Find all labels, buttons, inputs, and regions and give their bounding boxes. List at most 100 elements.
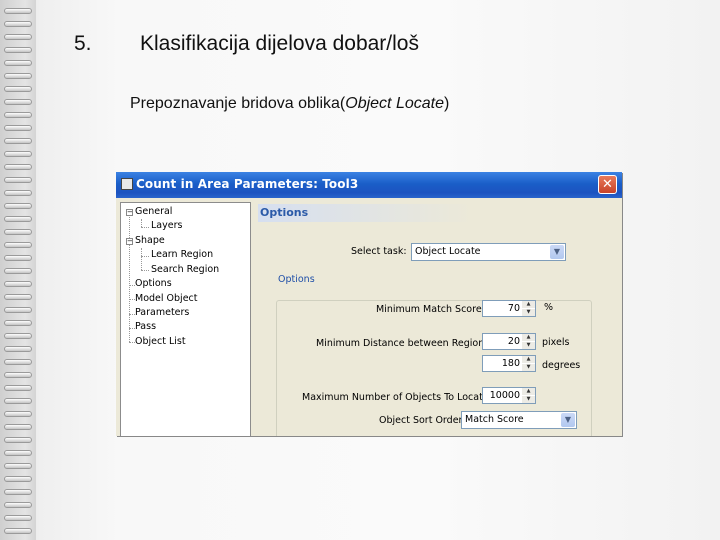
binding-ring xyxy=(4,528,32,534)
binding-ring xyxy=(4,112,32,118)
tree-item-model-object[interactable]: Model Object xyxy=(135,293,197,304)
binding-ring xyxy=(4,190,32,196)
sort-order-dropdown[interactable]: Match Score ▼ xyxy=(461,411,577,429)
binding-ring xyxy=(4,437,32,443)
binding-ring xyxy=(4,73,32,79)
tree-item-learn-region[interactable]: Learn Region xyxy=(151,249,213,260)
binding-ring xyxy=(4,8,32,14)
binding-ring xyxy=(4,177,32,183)
binding-ring xyxy=(4,60,32,66)
min-distance-input[interactable]: 20 ▲ ▼ xyxy=(482,333,536,350)
binding-ring xyxy=(4,411,32,417)
binding-ring xyxy=(4,34,32,40)
options-panel: Options Select task: Object Locate ▼ Opt… xyxy=(256,202,622,436)
dialog-window: Count in Area Parameters: Tool3 ✕ − Gene… xyxy=(116,172,622,436)
binding-ring xyxy=(4,346,32,352)
max-objects-label: Maximum Number of Objects To Locate xyxy=(302,392,489,403)
tree-line xyxy=(141,248,142,270)
min-match-score-value: 70 xyxy=(507,303,520,314)
dialog-titlebar[interactable]: Count in Area Parameters: Tool3 ✕ xyxy=(116,172,622,198)
chevron-down-icon[interactable]: ▼ xyxy=(561,413,575,427)
binding-ring xyxy=(4,502,32,508)
tree-item-layers[interactable]: Layers xyxy=(151,220,182,231)
panel-header: Options xyxy=(258,204,616,222)
tree-item-options[interactable]: Options xyxy=(135,278,172,289)
spin-up-icon[interactable]: ▲ xyxy=(522,388,535,395)
binding-ring xyxy=(4,333,32,339)
subtitle-text: Prepoznavanje bridova oblika( xyxy=(130,95,346,112)
binding-ring xyxy=(4,164,32,170)
binding-ring xyxy=(4,489,32,495)
app-icon xyxy=(121,178,133,190)
binding-ring xyxy=(4,242,32,248)
sort-order-label: Object Sort Order xyxy=(379,415,463,426)
binding-ring xyxy=(4,125,32,131)
binding-ring xyxy=(4,424,32,430)
subtitle-close: ) xyxy=(443,95,450,112)
min-match-score-input[interactable]: 70 ▲ ▼ xyxy=(482,300,536,317)
spiral-binding xyxy=(0,0,36,540)
binding-ring xyxy=(4,229,32,235)
binding-ring xyxy=(4,320,32,326)
tree-item-pass[interactable]: Pass xyxy=(135,321,156,332)
pixels-unit: pixels xyxy=(542,337,570,348)
tree-line xyxy=(141,256,149,257)
spin-down-icon[interactable]: ▼ xyxy=(522,309,535,316)
degrees-unit: degrees xyxy=(542,360,581,371)
binding-ring xyxy=(4,203,32,209)
spin-up-icon[interactable]: ▲ xyxy=(522,334,535,341)
collapse-icon[interactable]: − xyxy=(126,238,133,245)
tree-line xyxy=(141,270,149,271)
degrees-value: 180 xyxy=(501,358,520,369)
binding-ring xyxy=(4,47,32,53)
spin-down-icon[interactable]: ▼ xyxy=(522,364,535,371)
select-task-value: Object Locate xyxy=(415,246,481,257)
min-distance-label: Minimum Distance between Regions xyxy=(316,338,490,349)
degrees-input[interactable]: 180 ▲ ▼ xyxy=(482,355,536,372)
max-objects-value: 10000 xyxy=(489,390,520,401)
binding-ring xyxy=(4,255,32,261)
binding-ring xyxy=(4,385,32,391)
collapse-icon[interactable]: − xyxy=(126,209,133,216)
tree-item-object-list[interactable]: Object List xyxy=(135,336,186,347)
chevron-down-icon[interactable]: ▼ xyxy=(550,245,564,259)
spin-down-icon[interactable]: ▼ xyxy=(522,342,535,349)
binding-ring xyxy=(4,463,32,469)
max-objects-input[interactable]: 10000 ▲ ▼ xyxy=(482,387,536,404)
binding-ring xyxy=(4,21,32,27)
dialog-title: Count in Area Parameters: Tool3 xyxy=(136,177,359,191)
binding-ring xyxy=(4,216,32,222)
binding-ring xyxy=(4,398,32,404)
binding-ring xyxy=(4,86,32,92)
tree-line xyxy=(129,214,130,342)
binding-ring xyxy=(4,99,32,105)
binding-ring xyxy=(4,294,32,300)
sort-order-value: Match Score xyxy=(465,414,524,425)
spin-down-icon[interactable]: ▼ xyxy=(522,396,535,403)
binding-ring xyxy=(4,281,32,287)
slide-title: Klasifikacija dijelova dobar/loš xyxy=(140,32,419,55)
spin-up-icon[interactable]: ▲ xyxy=(522,301,535,308)
min-distance-value: 20 xyxy=(507,336,520,347)
binding-ring xyxy=(4,359,32,365)
binding-ring xyxy=(4,450,32,456)
tree-item-general[interactable]: General xyxy=(135,206,172,217)
spin-up-icon[interactable]: ▲ xyxy=(522,356,535,363)
select-task-label: Select task: xyxy=(351,246,407,257)
close-button[interactable]: ✕ xyxy=(598,175,617,194)
tree-line xyxy=(141,227,149,228)
select-task-dropdown[interactable]: Object Locate ▼ xyxy=(411,243,566,261)
tree-item-search-region[interactable]: Search Region xyxy=(151,264,219,275)
slide-subtitle: Prepoznavanje bridova oblika(Object Loca… xyxy=(130,95,449,113)
subtitle-italic: Object Locate xyxy=(345,95,444,112)
binding-ring xyxy=(4,307,32,313)
binding-ring xyxy=(4,268,32,274)
tree-item-parameters[interactable]: Parameters xyxy=(135,307,189,318)
percent-unit: % xyxy=(544,302,554,313)
slide-number: 5. xyxy=(74,32,92,55)
tree-item-shape[interactable]: Shape xyxy=(135,235,165,246)
navigation-tree: − General Layers − Shape Learn Region Se… xyxy=(120,202,251,436)
binding-ring xyxy=(4,476,32,482)
binding-ring xyxy=(4,372,32,378)
binding-ring xyxy=(4,515,32,521)
